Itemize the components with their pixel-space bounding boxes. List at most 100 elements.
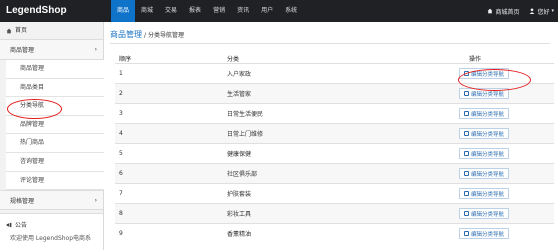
main-nav: 商品 商城 交易 报表 营销 资讯 用户 系统 (111, 0, 303, 22)
table-header: 顺序 分类 操作 (115, 54, 554, 63)
edit-icon (464, 171, 469, 176)
bullhorn-icon (6, 222, 12, 227)
edit-button-label: 编辑分类导航 (471, 131, 505, 138)
edit-button-label: 编辑分类导航 (471, 211, 505, 218)
top-navbar: LegendShop 商品 商城 交易 报表 营销 资讯 用户 系统 商城首页 … (0, 0, 558, 22)
breadcrumb: 商品管理 / 分类导航管理 (110, 29, 184, 40)
table-row: 6 社区俱乐部 编辑分类导航 (115, 163, 554, 183)
edit-icon (464, 111, 469, 116)
edit-icon (464, 151, 469, 156)
chevron-down-icon: ▾ (551, 8, 554, 14)
main-content: 商品管理 / 分类导航管理 顺序 分类 操作 1 入户家政编辑分类导航 2 生活管家编… (110, 22, 558, 250)
sidebar-item-comments[interactable]: 评论管理 (6, 172, 104, 191)
app-logo[interactable]: LegendShop (6, 5, 67, 16)
notice-title: 公告 (0, 214, 103, 229)
cell-index: 6 (119, 170, 123, 177)
cell-index: 7 (119, 190, 123, 197)
table-row: 8 彩妆工具 编辑分类导航 (115, 203, 554, 223)
cell-category: 日常上门维修 (227, 131, 264, 138)
chevron-right-icon: › (94, 46, 97, 53)
user-icon (530, 8, 535, 14)
sidebar-item-goods-category[interactable]: 商品类目 (6, 79, 104, 98)
header-index: 顺序 (119, 56, 132, 63)
edit-category-nav-button[interactable]: 编辑分类导航 (459, 168, 510, 179)
sidebar-section-goods[interactable]: 商品管理 › (0, 40, 103, 60)
sidebar-item-goods-manage[interactable]: 商品管理 (6, 60, 104, 79)
cell-category: 香薰精油 (227, 231, 252, 238)
nav-item-mall[interactable]: 商城 (135, 0, 159, 22)
table-row: 7 护肤套装 编辑分类导航 (115, 183, 554, 203)
edit-button-label: 编辑分类导航 (471, 111, 505, 118)
cell-index: 2 (119, 90, 123, 97)
annotation-circle-sidebar (7, 99, 62, 119)
cell-index: 3 (119, 110, 123, 117)
cell-category: 护肤套装 (227, 191, 252, 198)
sidebar-section-label: 规格管理 (10, 197, 35, 205)
cell-action: 编辑分类导航 (449, 228, 554, 239)
cell-category: 健康保健 (227, 151, 252, 158)
annotation-circle-edit-button (458, 69, 531, 91)
cell-action: 编辑分类导航 (449, 208, 554, 219)
cell-action: 编辑分类导航 (449, 148, 554, 159)
edit-icon (464, 91, 469, 96)
breadcrumb-current: 分类导航管理 (148, 32, 185, 39)
mall-home-label: 商城首页 (495, 8, 520, 16)
mall-home-link[interactable]: 商城首页 (487, 7, 519, 16)
table-row: 5 健康保健 编辑分类导航 (115, 143, 554, 163)
edit-category-nav-button[interactable]: 编辑分类导航 (459, 188, 510, 199)
cell-action: 编辑分类导航 (449, 108, 554, 119)
divider (110, 43, 550, 44)
cell-category: 入户家政 (227, 71, 252, 78)
edit-button-label: 编辑分类导航 (471, 231, 505, 238)
sidebar-item-consult[interactable]: 咨询管理 (6, 153, 104, 172)
cell-category: 生活管家 (227, 91, 252, 98)
nav-item-goods[interactable]: 商品 (111, 0, 136, 22)
cell-category: 社区俱乐部 (227, 171, 258, 178)
cell-category: 彩妆工具 (227, 211, 252, 218)
sidebar: 首页 商品管理 › 商品管理 商品类目 分类导航 品牌管理 热门商品 咨询管理 … (0, 22, 104, 250)
edit-category-nav-button[interactable]: 编辑分类导航 (459, 208, 510, 219)
edit-icon (464, 131, 469, 136)
sidebar-submenu: 商品管理 商品类目 分类导航 品牌管理 热门商品 咨询管理 评论管理 (6, 60, 104, 191)
sidebar-section-spec[interactable]: 规格管理 › (0, 190, 103, 211)
sidebar-home[interactable]: 首页 (0, 22, 103, 40)
nav-item-report[interactable]: 报表 (183, 0, 207, 22)
header-action: 操作 (469, 56, 482, 63)
nav-item-news[interactable]: 资讯 (231, 0, 255, 22)
nav-item-marketing[interactable]: 营销 (207, 0, 231, 22)
edit-icon (464, 191, 469, 196)
edit-button-label: 编辑分类导航 (471, 151, 505, 158)
edit-category-nav-button[interactable]: 编辑分类导航 (459, 108, 510, 119)
edit-icon (464, 211, 469, 216)
user-greeting: 您好 (537, 8, 550, 16)
nav-item-users[interactable]: 用户 (255, 0, 279, 22)
cell-index: 9 (119, 230, 123, 237)
edit-button-label: 编辑分类导航 (471, 171, 505, 178)
home-icon (488, 8, 493, 14)
edit-button-label: 编辑分类导航 (471, 191, 505, 198)
user-menu[interactable]: 您好 ▾ (529, 7, 554, 16)
cell-action: 编辑分类导航 (449, 188, 554, 199)
nav-item-trade[interactable]: 交易 (159, 0, 183, 22)
sidebar-item-brand[interactable]: 品牌管理 (6, 116, 104, 135)
breadcrumb-separator: / (144, 32, 147, 39)
cell-index: 1 (119, 70, 123, 77)
notice-title-label: 公告 (15, 222, 28, 229)
edit-category-nav-button[interactable]: 编辑分类导航 (459, 128, 510, 139)
cell-index: 8 (119, 210, 123, 217)
sidebar-section-label: 商品管理 (10, 47, 35, 54)
cell-action: 编辑分类导航 (449, 128, 554, 139)
top-right-links: 商城首页 您好 ▾ (487, 0, 554, 22)
sidebar-home-label: 首页 (15, 26, 28, 34)
nav-item-system[interactable]: 系统 (279, 0, 303, 22)
table-row: 4 日常上门维修 编辑分类导航 (115, 123, 554, 143)
breadcrumb-root[interactable]: 商品管理 (110, 29, 142, 40)
edit-category-nav-button[interactable]: 编辑分类导航 (459, 148, 510, 159)
cell-action: 编辑分类导航 (449, 168, 554, 179)
home-icon (6, 28, 12, 33)
table-row: 9 香薰精油 编辑分类导航 (115, 223, 554, 243)
edit-icon (464, 231, 469, 236)
cell-category: 日常生活便民 (227, 111, 264, 118)
edit-category-nav-button[interactable]: 编辑分类导航 (459, 228, 510, 239)
sidebar-item-hot-goods[interactable]: 热门商品 (6, 134, 104, 153)
